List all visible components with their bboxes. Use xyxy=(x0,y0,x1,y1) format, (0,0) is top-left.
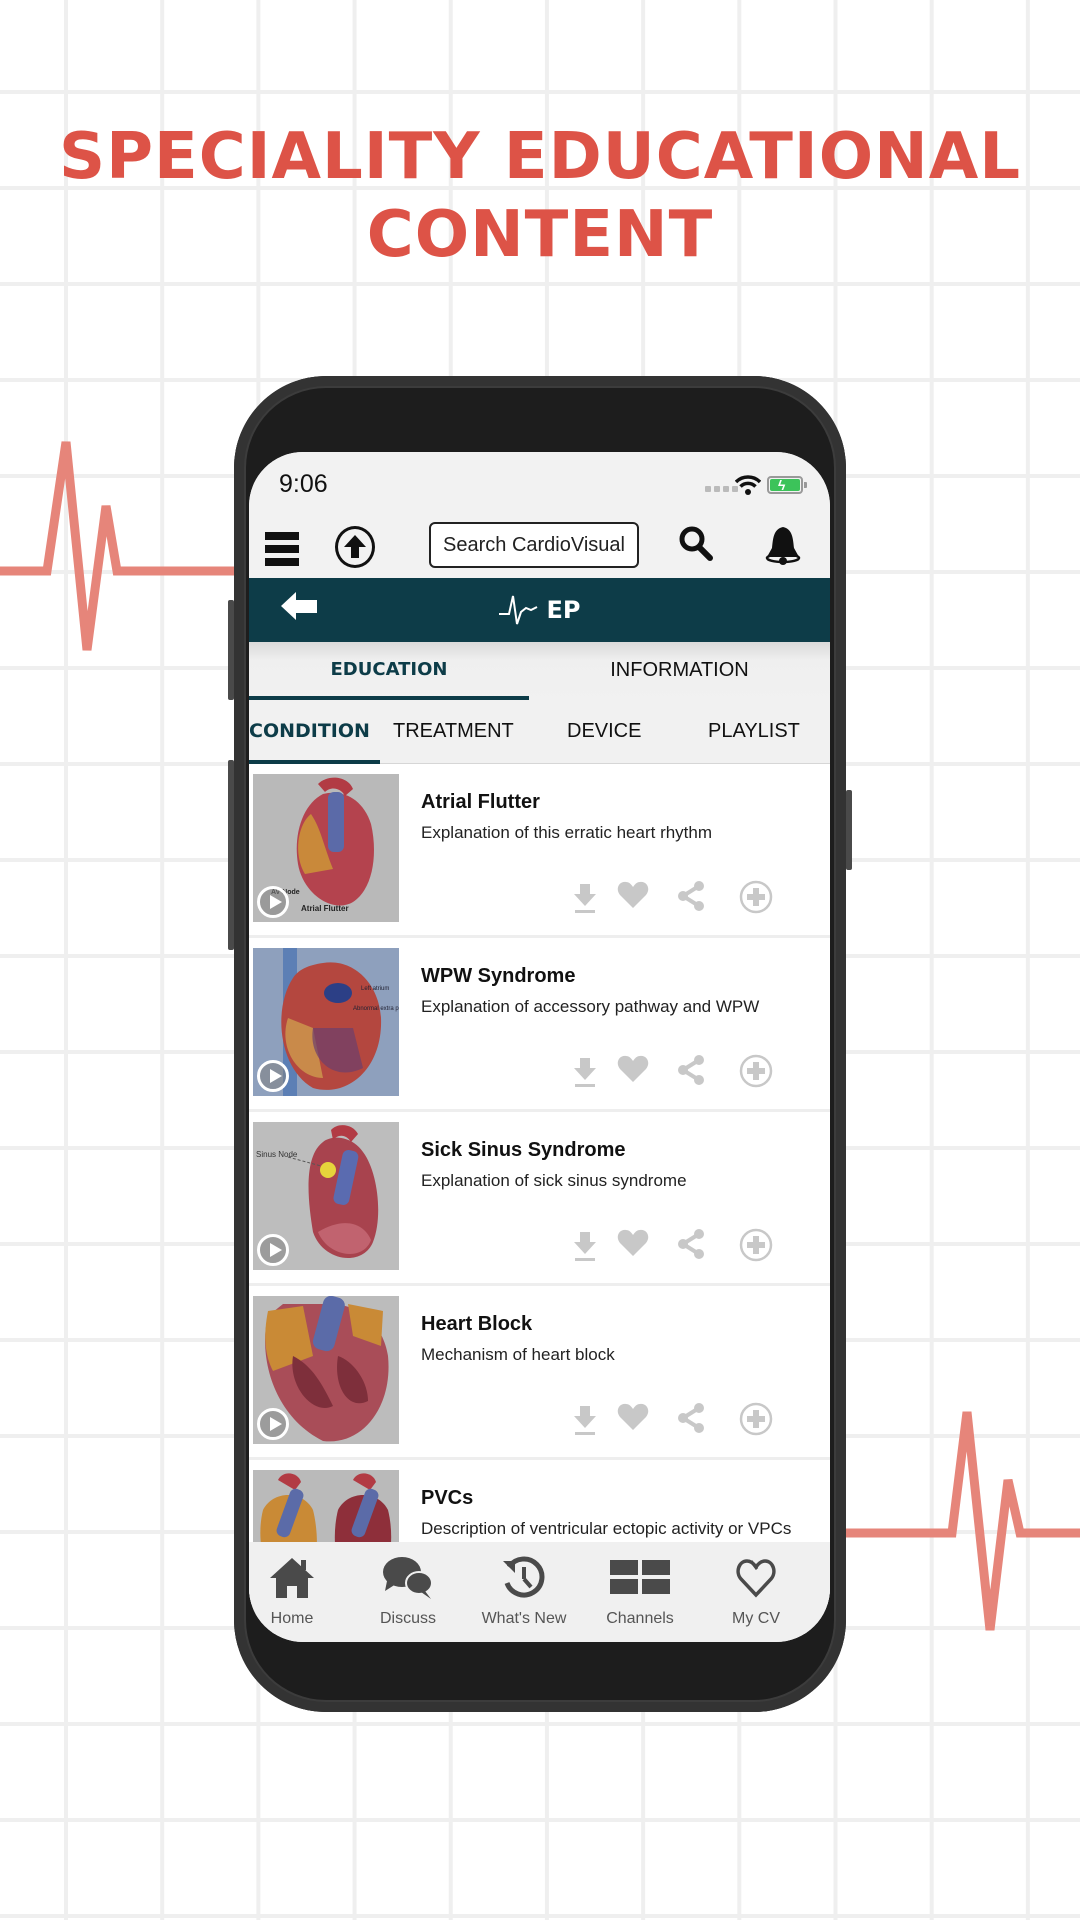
battery-charging-icon: ϟ xyxy=(767,476,807,494)
nav-whats-new[interactable]: What's New xyxy=(469,1552,579,1628)
bell-icon[interactable] xyxy=(763,524,803,566)
item-title[interactable]: WPW Syndrome xyxy=(421,965,575,988)
search-input[interactable]: Search CardioVisual xyxy=(429,522,639,568)
section-header: EP xyxy=(249,578,830,642)
sub-tabs: CONDITION TREATMENT DEVICE PLAYLIST xyxy=(249,702,830,764)
item-actions xyxy=(569,880,809,922)
app-toolbar: Search CardioVisual xyxy=(249,522,830,578)
nav-my-cv-label: My CV xyxy=(732,1610,780,1627)
heart-icon[interactable] xyxy=(617,880,649,910)
item-title[interactable]: Sick Sinus Syndrome xyxy=(421,1139,626,1162)
download-icon[interactable] xyxy=(573,1404,597,1436)
headline-line-1: SPECIALITY EDUCATIONAL xyxy=(59,120,1021,194)
nav-home-label: Home xyxy=(270,1610,314,1627)
item-description: Mechanism of heart block xyxy=(421,1345,615,1364)
status-time: 9:06 xyxy=(279,470,328,498)
upload-arrow-glyph xyxy=(344,535,366,558)
add-circle-icon[interactable] xyxy=(739,1054,773,1088)
thumb-label: Atrial Flutter xyxy=(301,904,349,913)
item-description: Description of ventricular ectopic activ… xyxy=(421,1519,792,1538)
list-item[interactable]: Sinus Node Sick Sinus Syndrome Explanati… xyxy=(249,1112,830,1286)
heart-outline-icon xyxy=(736,1559,776,1598)
history-clock-icon xyxy=(503,1556,545,1598)
nav-my-cv[interactable]: My CV xyxy=(701,1552,811,1628)
nav-discuss[interactable]: Discuss xyxy=(353,1552,463,1628)
nav-channels[interactable]: Channels xyxy=(585,1552,695,1628)
item-title[interactable]: Atrial Flutter xyxy=(421,791,540,814)
upload-arrow-icon[interactable] xyxy=(335,526,375,568)
nav-whats-new-label: What's New xyxy=(481,1610,567,1627)
content-list: AV Node Atrial Flutter Atrial Flutter Ex… xyxy=(249,764,830,1634)
phone-side-button xyxy=(228,760,234,950)
share-icon[interactable] xyxy=(676,1054,706,1086)
heart-icon[interactable] xyxy=(617,1402,649,1432)
video-thumbnail[interactable]: Left atrium Abnormal extra pathway xyxy=(253,948,399,1096)
ecg-trace-left xyxy=(0,441,240,651)
hamburger-menu-icon[interactable] xyxy=(265,532,299,566)
play-icon[interactable] xyxy=(257,1408,289,1440)
video-thumbnail[interactable] xyxy=(253,1296,399,1444)
section-title: EP xyxy=(249,578,830,642)
ecg-trace-right xyxy=(840,1411,1080,1631)
add-circle-icon[interactable] xyxy=(739,1228,773,1262)
nav-home[interactable]: Home xyxy=(249,1552,347,1628)
item-title[interactable]: Heart Block xyxy=(421,1313,532,1336)
item-actions xyxy=(569,1228,809,1270)
list-item[interactable]: AV Node Atrial Flutter Atrial Flutter Ex… xyxy=(249,764,830,938)
grid-icon xyxy=(610,1560,670,1594)
add-circle-icon[interactable] xyxy=(739,880,773,914)
play-icon[interactable] xyxy=(257,1060,289,1092)
search-icon[interactable] xyxy=(677,524,715,564)
play-icon[interactable] xyxy=(257,1234,289,1266)
heart-icon[interactable] xyxy=(617,1228,649,1258)
wifi-icon xyxy=(735,475,761,495)
share-icon[interactable] xyxy=(676,880,706,912)
headline-line-2: CONTENT xyxy=(366,198,714,272)
section-title-text: EP xyxy=(546,596,581,624)
add-circle-icon[interactable] xyxy=(739,1402,773,1436)
subtab-playlist[interactable]: PLAYLIST xyxy=(708,702,800,764)
tab-information[interactable]: INFORMATION xyxy=(529,642,830,702)
share-icon[interactable] xyxy=(676,1402,706,1434)
item-actions xyxy=(569,1402,809,1444)
phone-screen: 9:06 ϟ Search CardioVisual EP EDUCATION … xyxy=(249,452,830,1642)
download-icon[interactable] xyxy=(573,1056,597,1088)
thumb-label: Abnormal extra pathway xyxy=(353,1006,399,1012)
play-icon[interactable] xyxy=(257,886,289,918)
main-tabs: EDUCATION INFORMATION xyxy=(249,642,830,702)
tab-education[interactable]: EDUCATION xyxy=(249,642,529,702)
heart-icon[interactable] xyxy=(617,1054,649,1084)
thumb-label: Sinus Node xyxy=(256,1150,298,1159)
list-item[interactable]: Heart Block Mechanism of heart block xyxy=(249,1286,830,1460)
nav-discuss-label: Discuss xyxy=(379,1610,436,1627)
bottom-nav: Home Discuss What's New Channels My CV xyxy=(249,1542,830,1642)
status-bar: 9:06 ϟ xyxy=(249,452,830,522)
list-item[interactable]: Left atrium Abnormal extra pathway WPW S… xyxy=(249,938,830,1112)
subtab-treatment[interactable]: TREATMENT xyxy=(393,702,514,764)
item-actions xyxy=(569,1054,809,1096)
download-icon[interactable] xyxy=(573,882,597,914)
download-icon[interactable] xyxy=(573,1230,597,1262)
nav-channels-label: Channels xyxy=(606,1610,674,1627)
subtab-device[interactable]: DEVICE xyxy=(567,702,641,764)
item-description: Explanation of sick sinus syndrome xyxy=(421,1171,687,1190)
video-thumbnail[interactable]: Sinus Node xyxy=(253,1122,399,1270)
video-thumbnail[interactable]: AV Node Atrial Flutter xyxy=(253,774,399,922)
phone-side-button xyxy=(228,600,234,700)
chat-bubbles-icon xyxy=(383,1557,433,1599)
ecg-pulse-icon xyxy=(498,595,537,625)
item-description: Explanation of accessory pathway and WPW xyxy=(421,997,760,1016)
phone-side-button xyxy=(846,790,852,870)
item-title[interactable]: PVCs xyxy=(421,1487,473,1510)
item-description: Explanation of this erratic heart rhythm xyxy=(421,823,713,842)
home-icon xyxy=(270,1558,314,1598)
subtab-condition[interactable]: CONDITION xyxy=(249,702,380,764)
share-icon[interactable] xyxy=(676,1228,706,1260)
signal-dots-icon xyxy=(705,486,738,492)
headline: SPECIALITY EDUCATIONAL CONTENT xyxy=(0,118,1080,274)
thumb-label: Left atrium xyxy=(361,986,389,992)
